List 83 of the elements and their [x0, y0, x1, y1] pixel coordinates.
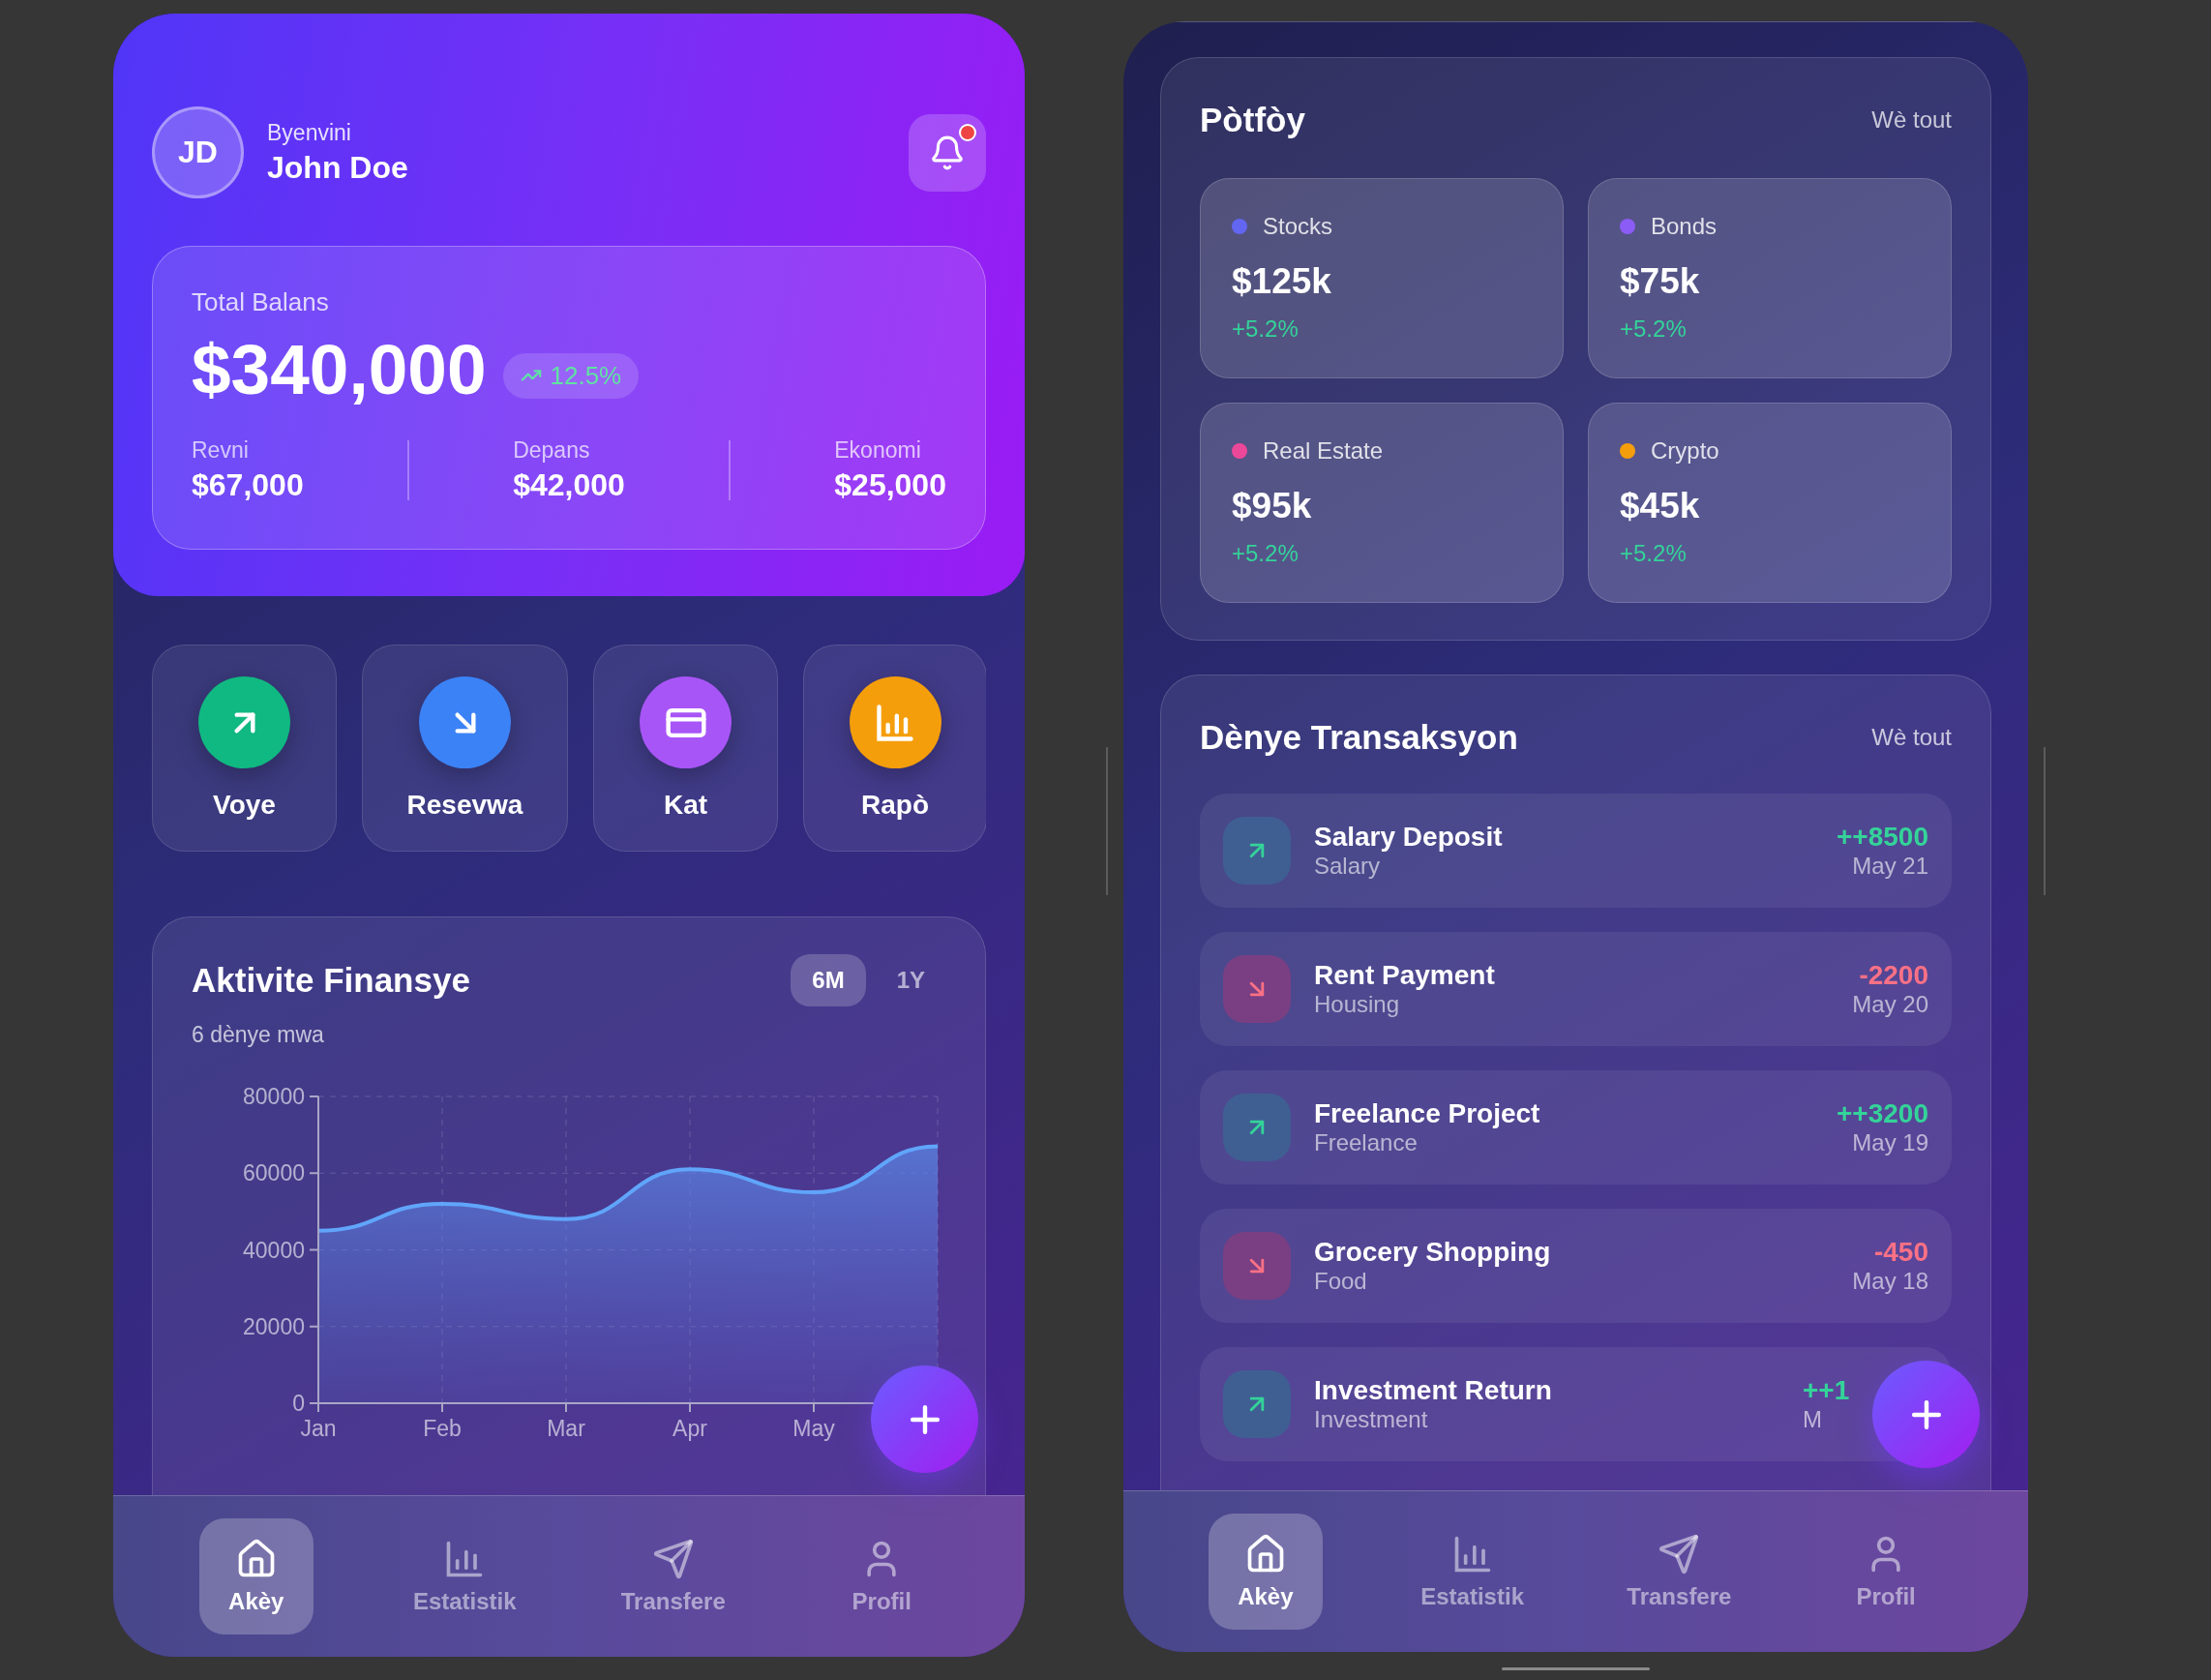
asset-change: +5.2% [1232, 540, 1300, 567]
transaction-category: Investment [1314, 1406, 1429, 1433]
transaction-amount: ++8500 [1837, 822, 1928, 853]
transaction-date: May 18 [1852, 1268, 1928, 1295]
axis-label: May [792, 1416, 835, 1441]
axis-label: 0 [292, 1391, 305, 1416]
asset-label: Bonds [1651, 213, 1718, 240]
transaction-row[interactable]: Rent Payment Housing -2200 May 20 [1200, 932, 1952, 1046]
range-toggle[interactable]: 6M [791, 954, 866, 1006]
nav-tab[interactable]: Transfere [615, 1518, 731, 1635]
transaction-title: Grocery Shopping [1314, 1237, 1551, 1268]
transaction-title: Investment Return [1314, 1375, 1552, 1406]
greeting: Byenvini [267, 119, 352, 146]
nav-tab[interactable]: Estatistik [1415, 1514, 1530, 1630]
transaction-date: May 20 [1852, 991, 1928, 1018]
asset-value: $95k [1232, 486, 1313, 526]
asset-change: +5.2% [1232, 315, 1300, 343]
transaction-amount: -450 [1873, 1237, 1928, 1268]
stat-label: Revni [192, 437, 249, 465]
asset-label: Crypto [1651, 437, 1719, 465]
axis-label: 20000 [243, 1313, 305, 1339]
nav-tab[interactable]: Estatistik [407, 1518, 523, 1635]
stat-value: $42,000 [513, 467, 625, 504]
asset-change: +5.2% [1620, 315, 1688, 343]
notification-button[interactable] [909, 113, 986, 192]
transaction-date: M [1803, 1406, 1822, 1433]
axis-label: Feb [423, 1416, 462, 1441]
asset-label: Real Estate [1263, 437, 1384, 465]
transaction-row[interactable]: Grocery Shopping Food -450 May 18 [1200, 1209, 1952, 1323]
transaction-row[interactable]: Investment Return Investment ++1 M [1200, 1347, 1952, 1461]
quick-action-button[interactable]: Kat [593, 645, 778, 852]
quick-action-button[interactable]: Rapò [803, 645, 986, 852]
card-subtitle: 6 dènye mwa [192, 1022, 324, 1048]
paper-plane-icon [1658, 1533, 1701, 1575]
stat-label: Depans [513, 437, 590, 465]
card-title: Dènye Transaksyon [1200, 718, 1518, 757]
nav-tab[interactable]: Transfere [1622, 1514, 1737, 1630]
transaction-category: Housing [1314, 991, 1401, 1018]
transaction-title: Freelance Project [1314, 1098, 1540, 1129]
asset-change: +5.2% [1620, 540, 1688, 567]
transaction-date: May 21 [1852, 853, 1928, 880]
transaction-row[interactable]: Salary Deposit Salary ++8500 May 21 [1200, 794, 1952, 908]
nav-tab[interactable]: Profil [824, 1518, 940, 1635]
nav-tab[interactable]: Akèy [1208, 1514, 1323, 1630]
transaction-title: Salary Deposit [1314, 822, 1503, 853]
transaction-category: Food [1314, 1268, 1368, 1295]
transaction-title: Rent Payment [1314, 960, 1495, 991]
transaction-category: Salary [1314, 853, 1382, 880]
nav-tab[interactable]: Profil [1829, 1514, 1944, 1630]
range-toggle[interactable]: 1Y [875, 954, 946, 1006]
bell-icon [929, 134, 966, 171]
asset-value: $125k [1232, 261, 1332, 302]
transaction-row[interactable]: Freelance Project Freelance ++3200 May 19 [1200, 1070, 1952, 1185]
transaction-date: May 19 [1852, 1129, 1928, 1156]
nav-tab[interactable]: Akèy [198, 1518, 314, 1635]
avatar: JD [152, 106, 244, 198]
quick-action-button[interactable]: Voye [152, 645, 337, 852]
change-badge: 12.5% [503, 352, 640, 399]
paper-plane-icon [651, 1538, 695, 1580]
stat-value: $25,000 [834, 467, 946, 504]
stat-label: Ekonomi [834, 437, 921, 465]
user-name: John Doe [267, 149, 408, 186]
asset-value: $75k [1620, 261, 1701, 302]
stat-value: $67,000 [192, 467, 304, 504]
card-title: Pòtfòy [1200, 101, 1305, 139]
transaction-amount: -2200 [1859, 960, 1928, 991]
axis-label: Apr [672, 1416, 707, 1441]
card-title: Aktivite Finansye [192, 961, 470, 1000]
balance-label: Total Balans [192, 287, 329, 316]
transaction-amount: ++1 [1803, 1375, 1850, 1406]
transaction-category: Freelance [1314, 1129, 1419, 1156]
axis-label: 60000 [243, 1160, 305, 1186]
see-all-link[interactable]: Wè tout [1871, 724, 1952, 751]
axis-label: 40000 [243, 1237, 305, 1263]
balance-amount: $340,000 [192, 331, 487, 409]
transaction-amount: ++3200 [1837, 1098, 1928, 1129]
axis-label: Jan [300, 1416, 337, 1441]
asset-label: Stocks [1263, 213, 1333, 240]
asset-value: $45k [1620, 486, 1701, 526]
quick-action-button[interactable]: Resevwa [362, 645, 568, 852]
axis-label: 80000 [243, 1084, 305, 1109]
axis-label: Mar [547, 1416, 585, 1441]
see-all-link[interactable]: Wè tout [1871, 106, 1952, 134]
